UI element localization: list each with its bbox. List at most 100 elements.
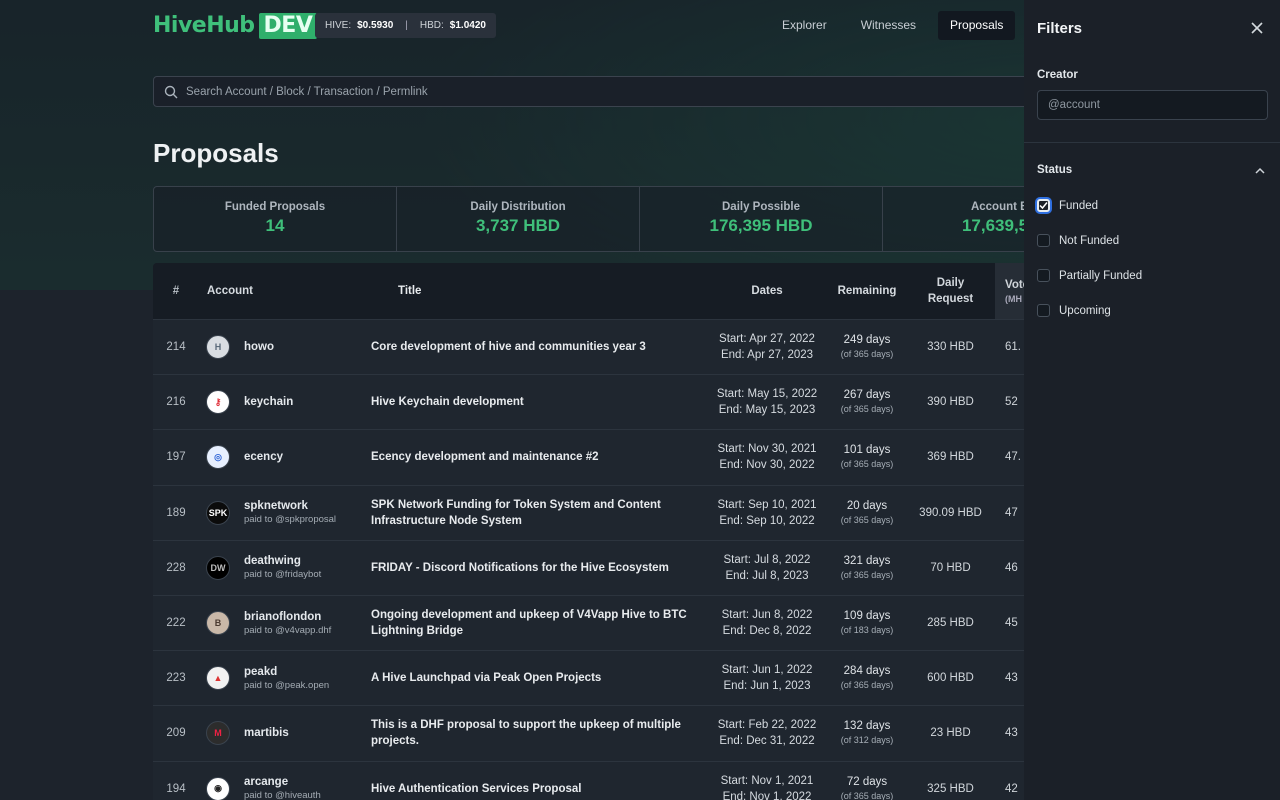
row-account[interactable]: ◎ ecency — [199, 445, 370, 470]
account-name[interactable]: spknetwork — [244, 500, 336, 512]
end-date: End: Nov 1, 2022 — [722, 790, 812, 800]
daily-request: 23 HBD — [930, 727, 971, 740]
proposal-title-line1: Core development of hive and communities… — [371, 341, 646, 354]
avatar[interactable]: H — [206, 335, 230, 360]
status-label[interactable]: Status — [1037, 164, 1072, 176]
remaining-of: (of 365 days) — [840, 459, 894, 470]
nav-proposals[interactable]: Proposals — [938, 11, 1016, 40]
proposal-title[interactable]: Hive Keychain development — [370, 394, 706, 410]
remaining-of: (of 365 days) — [840, 569, 894, 580]
table-row[interactable]: 194 ◉ arcange paid to @hiveauth Hive Authent… — [153, 760, 1033, 800]
row-number: 194 — [166, 782, 186, 795]
proposal-dates: Start: Sep 10, 2021 End: Sep 10, 2022 — [706, 497, 828, 529]
account-name[interactable]: brianoflondon — [244, 611, 331, 623]
table-row[interactable]: 189 SPK spknetwork paid to @spkproposal SPK … — [153, 484, 1033, 540]
row-account[interactable]: ◉ arcange paid to @hiveauth — [199, 776, 370, 800]
table-row[interactable]: 216 ⚷ keychain Hive Keychain development Sta… — [153, 374, 1033, 429]
col-dates[interactable]: Dates — [706, 283, 828, 299]
row-account[interactable]: Bbrianoflondon paid to @v4vapp.dhf — [199, 611, 370, 636]
account-name[interactable]: keychain — [244, 396, 293, 408]
account-name[interactable]: peakd — [244, 666, 329, 678]
table-row[interactable]: 209 Mmartibis This is a DHF proposal to su… — [153, 705, 1033, 760]
proposal-title[interactable]: Ongoing development and upkeep of V4Vapp… — [370, 607, 706, 639]
daily-request: 600 HBD — [927, 672, 974, 685]
filter-label: Funded — [1059, 199, 1099, 212]
table-row[interactable]: 228 DW deathwing paid to @fridaybot FRIDAY -… — [153, 539, 1033, 595]
close-icon[interactable] — [1249, 20, 1265, 36]
table-row[interactable]: 222 Bbrianoflondon paid to @v4vapp.dhf Ongo… — [153, 594, 1033, 650]
table-body: 214 Hhowo Core development of hive and com… — [153, 319, 1033, 800]
account-name[interactable]: ecency — [244, 451, 283, 463]
proposal-title[interactable]: This is a DHF proposal to support the up… — [370, 717, 706, 749]
row-account[interactable]: SPK spknetwork paid to @spkproposal — [199, 500, 370, 525]
avatar[interactable]: DW — [206, 555, 230, 580]
remaining-days: 321 days — [843, 554, 891, 567]
search-bar[interactable]: Search Account / Block / Transaction / P… — [153, 76, 1033, 107]
filter-partially-funded[interactable]: Partially Funded — [1037, 269, 1142, 282]
row-account[interactable]: ⚷ keychain — [199, 390, 370, 415]
remaining-of: (of 312 days) — [840, 735, 894, 746]
remaining-of: (of 365 days) — [840, 349, 894, 360]
account-name[interactable]: howo — [244, 341, 274, 353]
checkbox[interactable] — [1037, 234, 1050, 247]
table-row[interactable]: 214 Hhowo Core development of hive and com… — [153, 319, 1033, 374]
filter-funded[interactable]: Funded — [1037, 199, 1098, 212]
col-daily-request[interactable]: Daily Request — [906, 275, 995, 307]
row-account[interactable]: Hhowo — [199, 335, 370, 360]
avatar[interactable]: ▲ — [206, 666, 230, 691]
daily-request: 325 HBD — [927, 782, 974, 795]
avatar[interactable]: B — [206, 611, 230, 636]
proposal-title-line1: Hive Authentication Services Proposal — [371, 782, 582, 795]
avatar[interactable]: ◎ — [206, 445, 230, 470]
chevron-up-icon[interactable] — [1253, 164, 1267, 178]
table-row[interactable]: 223 ▲ peakd paid to @peak.open A Hive Launch… — [153, 650, 1033, 705]
avatar[interactable]: ◉ — [206, 776, 230, 800]
proposal-title[interactable]: SPK Network Funding for Token System and… — [370, 497, 706, 529]
col-remaining[interactable]: Remaining — [828, 284, 906, 298]
remaining: 132 days (of 312 days) — [828, 719, 906, 747]
daily-request: 369 HBD — [927, 451, 974, 464]
logo[interactable]: Hive Hub DEV — [153, 12, 318, 39]
nav-witnesses[interactable]: Witnesses — [849, 11, 928, 40]
start-date: Start: Nov 30, 2021 — [717, 443, 817, 456]
row-account[interactable]: ▲ peakd paid to @peak.open — [199, 666, 370, 691]
proposal-title-line1: SPK Network Funding for Token System and… — [371, 498, 661, 511]
account-name[interactable]: martibis — [244, 727, 289, 739]
proposal-title[interactable]: Core development of hive and communities… — [370, 339, 706, 355]
remaining: 284 days (of 365 days) — [828, 664, 906, 692]
checkbox[interactable] — [1037, 269, 1050, 282]
checkbox[interactable] — [1037, 304, 1050, 317]
table-row[interactable]: 197 ◎ ecency Ecency development and mainten… — [153, 429, 1033, 484]
col-title[interactable]: Title — [370, 283, 706, 299]
proposal-title[interactable]: Hive Authentication Services Proposal — [370, 781, 706, 797]
search-input[interactable]: Search Account / Block / Transaction / P… — [186, 86, 428, 98]
row-account[interactable]: DW deathwing paid to @fridaybot — [199, 555, 370, 580]
col-account[interactable]: Account — [199, 285, 370, 297]
proposal-title[interactable]: A Hive Launchpad via Peak Open Projects — [370, 670, 706, 686]
account-name[interactable]: deathwing — [244, 555, 321, 567]
col-number[interactable]: # — [153, 285, 199, 297]
start-date: Start: Sep 10, 2021 — [717, 498, 817, 511]
filter-not-funded[interactable]: Not Funded — [1037, 234, 1119, 247]
avatar[interactable]: SPK — [206, 500, 230, 525]
proposal-dates: Start: May 15, 2022 End: May 15, 2023 — [706, 386, 828, 418]
proposal-dates: Start: Jun 1, 2022 End: Jun 1, 2023 — [706, 662, 828, 694]
remaining-days: 267 days — [843, 389, 891, 402]
avatar[interactable]: ⚷ — [206, 390, 230, 415]
row-number: 197 — [166, 451, 186, 464]
avatar[interactable]: M — [206, 721, 230, 746]
row-number: 209 — [166, 727, 186, 740]
filter-upcoming[interactable]: Upcoming — [1037, 304, 1111, 317]
checkbox-checked[interactable] — [1037, 199, 1050, 212]
account-name[interactable]: arcange — [244, 776, 321, 788]
row-account[interactable]: Mmartibis — [199, 721, 370, 746]
remaining: 101 days (of 365 days) — [828, 443, 906, 471]
hive-price-label: HIVE: — [325, 20, 352, 31]
daily-request: 285 HBD — [927, 617, 974, 630]
creator-input[interactable]: @account — [1037, 90, 1268, 120]
proposal-title[interactable]: FRIDAY - Discord Notifications for the H… — [370, 560, 706, 576]
proposal-title[interactable]: Ecency development and maintenance #2 — [370, 449, 706, 465]
end-date: End: Jul 8, 2023 — [725, 569, 809, 582]
nav-explorer[interactable]: Explorer — [770, 11, 839, 40]
stat-label: Daily Possible — [722, 201, 800, 213]
